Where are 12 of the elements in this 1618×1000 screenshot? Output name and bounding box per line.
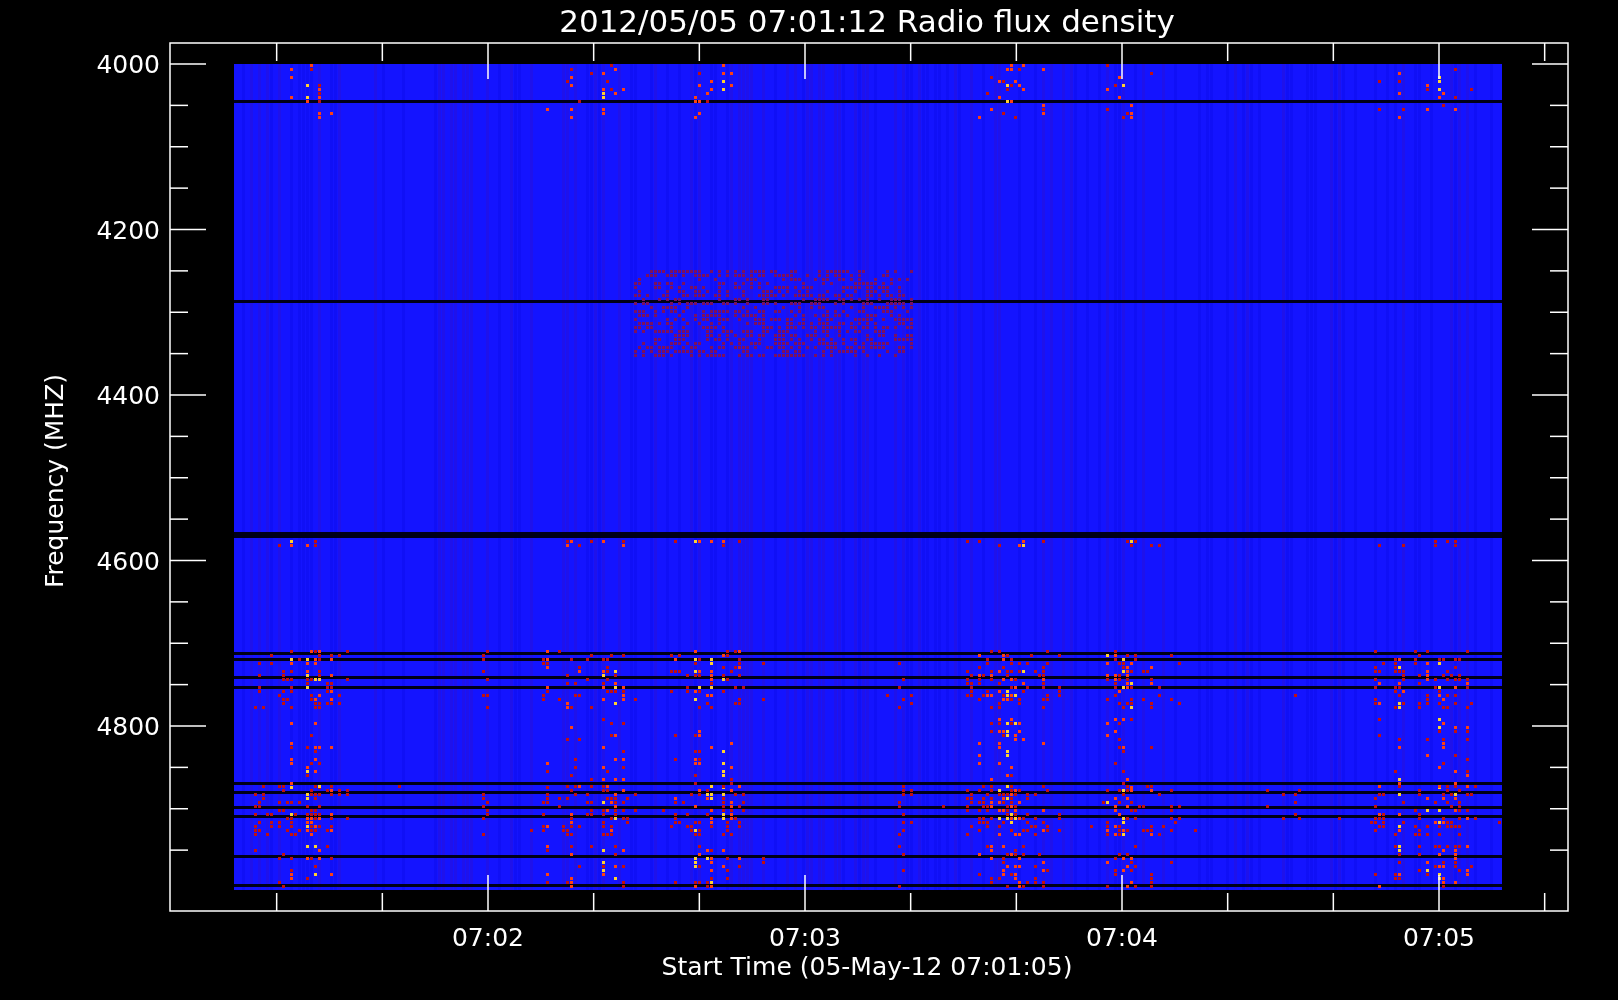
y-axis-title: Frequency (MHZ) (40, 373, 69, 589)
x-tick-label: 07:05 (1403, 923, 1475, 952)
x-tick-label: 07:03 (769, 923, 841, 952)
y-tick-label: 4800 (96, 712, 160, 741)
y-tick-label: 4600 (96, 546, 160, 576)
x-tick-label: 07:04 (1086, 923, 1158, 952)
x-tick-label: 07:02 (452, 923, 524, 952)
chart-title: 2012/05/05 07:01:12 Radio flux density (559, 3, 1175, 39)
x-axis-title: Start Time (05-May-12 07:01:05) (661, 952, 1073, 981)
y-tick-label: 4000 (96, 50, 160, 79)
y-tick-label: 4400 (96, 381, 160, 410)
y-tick-label: 4200 (96, 215, 160, 245)
